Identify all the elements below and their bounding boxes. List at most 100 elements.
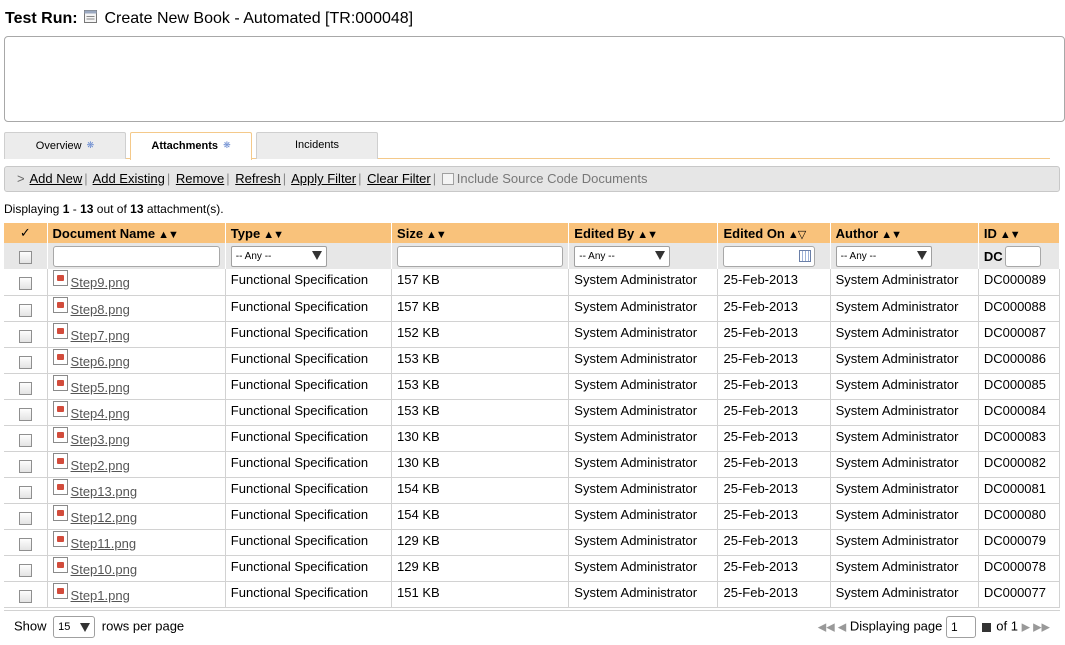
document-icon [83, 9, 98, 29]
edited-on-cell: 25-Feb-2013 [723, 558, 798, 574]
row-checkbox[interactable] [18, 589, 32, 603]
attachments-table: ✓ Document Name ▲▼ Type ▲▼ Size ▲▼ Edited B… [4, 223, 1061, 608]
col-type[interactable]: Type ▲▼ [225, 223, 393, 243]
col-id[interactable]: ID ▲▼ [978, 223, 1061, 243]
table-row: Step7.png Functional Specification 152 KB S… [4, 321, 1061, 348]
id-cell: DC000077 [983, 584, 1046, 600]
image-file-icon [52, 348, 68, 365]
image-file-icon [52, 426, 68, 443]
apply-filter-link[interactable]: Apply Filter [291, 171, 356, 186]
document-link[interactable]: Step9.png [71, 275, 130, 290]
row-checkbox[interactable] [18, 433, 32, 447]
document-link[interactable]: Step13.png [71, 484, 138, 499]
type-cell: Functional Specification [230, 558, 369, 574]
remove-link[interactable]: Remove [176, 171, 224, 186]
sort-icon[interactable]: ▲▼ [158, 229, 179, 241]
document-link[interactable]: Step4.png [71, 406, 130, 421]
col-document-name[interactable]: Document Name ▲▼ [47, 223, 226, 243]
document-link[interactable]: Step3.png [71, 432, 130, 447]
document-link[interactable]: Step12.png [71, 510, 138, 525]
id-cell: DC000087 [983, 324, 1046, 340]
row-checkbox[interactable] [18, 277, 32, 291]
table-row: Step4.png Functional Specification 153 KB S… [4, 399, 1061, 426]
go-page-icon[interactable] [981, 622, 991, 632]
row-checkbox[interactable] [18, 511, 32, 525]
row-checkbox[interactable] [18, 563, 32, 577]
row-checkbox[interactable] [18, 329, 32, 343]
filter-row: -- Any -- -- Any -- -- Any -- DC [4, 243, 1061, 269]
col-size[interactable]: Size ▲▼ [391, 223, 570, 243]
edited-on-filter[interactable] [723, 245, 816, 267]
chevron-down-icon [916, 250, 927, 260]
document-link[interactable]: Step11.png [71, 536, 137, 551]
edited-on-cell: 25-Feb-2013 [723, 272, 798, 287]
sort-icon[interactable]: ▲▽ [788, 229, 806, 241]
edited-by-filter-select[interactable]: -- Any -- [574, 245, 671, 267]
document-name-filter[interactable] [52, 245, 220, 267]
col-edited-on[interactable]: Edited On ▲▽ [717, 223, 831, 243]
document-link[interactable]: Step7.png [71, 328, 130, 343]
author-filter-select[interactable]: -- Any -- [835, 245, 932, 267]
refresh-link[interactable]: Refresh [235, 171, 281, 186]
page-title: Test Run: Create New Book - Automated [T… [5, 9, 413, 29]
table-row: Step10.png Functional Specification 129 KB… [4, 555, 1061, 582]
document-link[interactable]: Step5.png [71, 380, 130, 395]
rows-per-page-select[interactable]: 15 [53, 616, 96, 638]
type-cell: Functional Specification [230, 532, 369, 548]
document-link[interactable]: Step8.png [71, 302, 130, 317]
row-checkbox[interactable] [18, 381, 32, 395]
id-cell: DC000084 [983, 402, 1046, 418]
tab-attachments[interactable]: Attachments ❋ [130, 132, 252, 160]
size-filter[interactable] [397, 245, 564, 267]
sort-icon[interactable]: ▲▼ [426, 229, 447, 241]
first-prev-page-icon[interactable]: ◀◀ ◀ [818, 621, 846, 633]
table-row: Step6.png Functional Specification 153 KB S… [4, 347, 1061, 374]
tab-overview[interactable]: Overview ❋ [4, 132, 126, 159]
document-link[interactable]: Step6.png [71, 354, 130, 369]
row-checkbox[interactable] [18, 407, 32, 421]
document-link[interactable]: Step2.png [71, 458, 130, 473]
author-cell: System Administrator [835, 584, 959, 600]
chevron-down-icon [311, 250, 322, 260]
type-cell: Functional Specification [230, 350, 369, 366]
page-number-input[interactable]: 1 [946, 616, 976, 638]
image-file-icon [52, 452, 68, 469]
row-checkbox[interactable] [18, 459, 32, 473]
type-cell: Functional Specification [230, 506, 369, 522]
toolbar-prefix: > [17, 171, 25, 186]
edited-by-cell: System Administrator [574, 558, 698, 574]
row-checkbox[interactable] [18, 303, 32, 317]
sort-icon[interactable]: ▲▼ [263, 229, 284, 241]
next-last-page-icon[interactable]: ▶ ▶▶ [1022, 621, 1050, 633]
row-checkbox[interactable] [18, 485, 32, 499]
select-all-header[interactable]: ✓ [4, 223, 48, 243]
author-cell: System Administrator [835, 480, 959, 496]
select-all-checkbox[interactable] [18, 250, 32, 264]
col-edited-by[interactable]: Edited By ▲▼ [568, 223, 719, 243]
sort-icon[interactable]: ▲▼ [637, 229, 658, 241]
clear-filter-link[interactable]: Clear Filter [367, 171, 431, 186]
tab-star-icon: ❋ [223, 140, 231, 150]
image-file-icon [52, 270, 68, 286]
add-new-link[interactable]: Add New [30, 171, 83, 186]
tab-incidents[interactable]: Incidents [256, 132, 378, 159]
include-source-checkbox[interactable] [441, 173, 454, 185]
document-link[interactable]: Step1.png [71, 588, 130, 603]
calendar-icon[interactable] [799, 249, 812, 262]
document-link[interactable]: Step10.png [71, 562, 138, 577]
type-filter-select[interactable]: -- Any -- [230, 245, 327, 267]
sort-icon[interactable]: ▲▼ [881, 229, 902, 241]
sort-icon[interactable]: ▲▼ [1000, 229, 1021, 241]
description-box[interactable] [4, 36, 1065, 122]
tab-bar: Overview ❋ Attachments ❋ Incidents [4, 132, 1050, 160]
id-filter-input[interactable] [1004, 245, 1041, 267]
size-cell: 154 KB [397, 506, 440, 522]
col-author[interactable]: Author ▲▼ [830, 223, 979, 243]
row-checkbox[interactable] [18, 537, 32, 551]
edited-on-cell: 25-Feb-2013 [723, 324, 798, 340]
add-existing-link[interactable]: Add Existing [93, 171, 165, 186]
author-cell: System Administrator [835, 272, 959, 287]
type-cell: Functional Specification [230, 428, 369, 444]
image-file-icon [52, 478, 68, 495]
row-checkbox[interactable] [18, 355, 32, 369]
